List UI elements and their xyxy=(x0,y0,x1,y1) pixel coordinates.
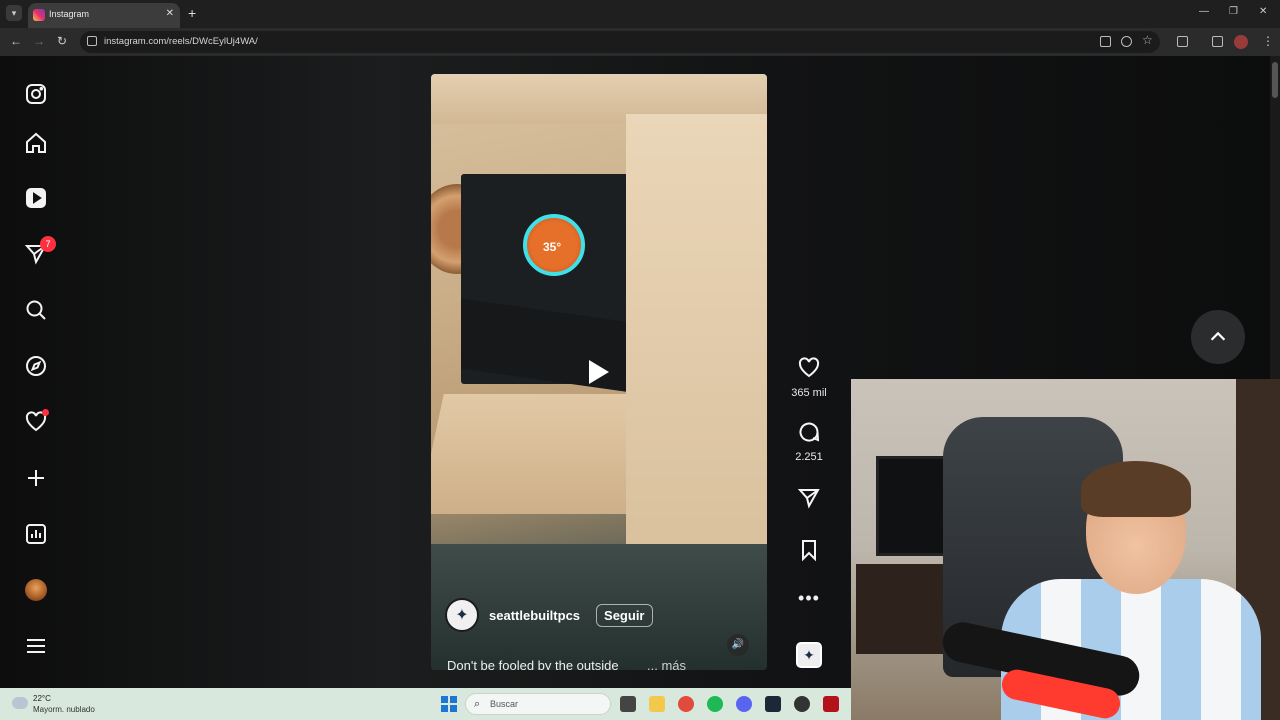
search-placeholder: Buscar xyxy=(490,699,519,709)
bookmark-star-icon[interactable]: ☆ xyxy=(1142,33,1153,47)
weather-cloud-icon[interactable] xyxy=(12,697,28,709)
reels-icon[interactable] xyxy=(22,184,50,212)
instagram-sidebar: 7 xyxy=(0,56,72,688)
tab-title: Instagram xyxy=(49,9,90,19)
browser-tab[interactable]: Instagram ✕ xyxy=(28,3,180,28)
more-options-icon[interactable]: ••• xyxy=(783,588,835,609)
weather-temperature[interactable]: 22°C xyxy=(33,694,51,703)
author-avatar[interactable]: ✦ xyxy=(445,598,479,632)
video-temp-text: 35° xyxy=(543,240,562,254)
bookmark-icon xyxy=(802,540,816,562)
install-app-icon[interactable] xyxy=(1100,36,1111,47)
forward-arrow-icon[interactable]: → xyxy=(33,34,45,48)
taskbar-search[interactable]: ⌕ Buscar xyxy=(465,693,611,715)
reel-author: ✦ seattlebuiltpcs Seguir xyxy=(445,598,653,632)
create-plus-icon[interactable] xyxy=(22,464,50,492)
windows-taskbar: 22°C Mayorm. nublado ⌕ Buscar xyxy=(0,688,851,720)
chrome-icon[interactable] xyxy=(678,696,694,712)
valorant-icon[interactable] xyxy=(823,696,839,712)
minimize-icon[interactable]: — xyxy=(1199,6,1209,17)
steam-icon[interactable] xyxy=(765,696,781,712)
profile-avatar[interactable] xyxy=(1234,35,1248,49)
share-button[interactable] xyxy=(783,486,835,515)
browser-tab-bar: ▾ Instagram ✕ + — ❐ ✕ xyxy=(0,0,1280,28)
comment-icon xyxy=(799,422,820,442)
scrollbar-thumb[interactable] xyxy=(1272,62,1278,98)
like-button[interactable]: 365 mil xyxy=(783,356,835,399)
windows-start-icon[interactable] xyxy=(441,696,457,712)
back-arrow-icon[interactable]: ← xyxy=(10,34,22,48)
extensions-icon[interactable] xyxy=(1177,36,1188,47)
profile-avatar xyxy=(25,579,47,601)
share-icon xyxy=(797,489,820,509)
webcam-person-hair xyxy=(1081,461,1191,517)
screen: ▾ Instagram ✕ + — ❐ ✕ ← → ↻ instagram.co… xyxy=(0,0,1280,720)
obs-icon[interactable] xyxy=(794,696,810,712)
tab-close-icon[interactable]: ✕ xyxy=(166,8,174,19)
task-view-icon[interactable] xyxy=(620,696,636,712)
address-bar[interactable]: instagram.com/reels/DWcEylUj4WA/ xyxy=(80,31,1160,53)
site-info-icon[interactable] xyxy=(87,36,97,46)
reload-icon[interactable]: ↻ xyxy=(57,34,67,48)
profile-sidebar-item[interactable] xyxy=(22,576,50,604)
search-icon[interactable] xyxy=(22,296,50,324)
instagram-favicon-icon xyxy=(33,9,45,21)
instagram-logo-icon[interactable] xyxy=(22,80,50,108)
notifications-heart-icon[interactable] xyxy=(22,408,50,436)
spotify-icon[interactable] xyxy=(707,696,723,712)
caption-more-link[interactable]: ... más xyxy=(647,658,686,670)
file-explorer-icon[interactable] xyxy=(649,696,665,712)
volume-icon[interactable]: 🔊 xyxy=(727,634,749,656)
follow-button[interactable]: Seguir xyxy=(596,603,653,627)
save-button[interactable] xyxy=(783,538,835,567)
messages-badge: 7 xyxy=(40,236,56,252)
close-window-icon[interactable]: ✕ xyxy=(1259,6,1267,17)
chevron-up-icon xyxy=(1210,331,1226,341)
webcam-overlay xyxy=(851,379,1280,720)
original-audio-thumbnail[interactable]: ✦ xyxy=(796,642,822,668)
explore-icon[interactable] xyxy=(22,352,50,380)
restore-icon[interactable]: ❐ xyxy=(1229,6,1238,17)
media-controls-icon[interactable] xyxy=(1212,36,1223,47)
discord-icon[interactable] xyxy=(736,696,752,712)
likes-count: 365 mil xyxy=(791,387,827,399)
dashboard-icon[interactable] xyxy=(22,520,50,548)
home-icon[interactable] xyxy=(22,129,50,157)
comment-button[interactable]: 2.251 xyxy=(783,420,835,463)
author-username[interactable]: seattlebuiltpcs xyxy=(489,608,580,623)
more-menu-icon[interactable] xyxy=(22,632,50,660)
browser-menu-icon[interactable]: ⋮ xyxy=(1262,34,1274,48)
play-icon[interactable] xyxy=(589,360,609,384)
comments-count: 2.251 xyxy=(795,451,823,463)
url-text[interactable]: instagram.com/reels/DWcEylUj4WA/ xyxy=(104,36,258,47)
reel-video[interactable]: 35° ✦ seattlebuiltpcs Seguir Don't be fo… xyxy=(431,74,767,670)
reel-caption: Don't be fooled by the outside xyxy=(447,658,619,670)
tab-search-button[interactable]: ▾ xyxy=(6,5,22,21)
new-tab-button[interactable]: + xyxy=(188,5,196,21)
previous-reel-button[interactable] xyxy=(1191,310,1245,364)
notification-dot xyxy=(42,409,49,416)
zoom-icon[interactable] xyxy=(1121,36,1132,47)
search-icon: ⌕ xyxy=(474,698,481,710)
browser-toolbar: ← → ↻ instagram.com/reels/DWcEylUj4WA/ ☆… xyxy=(0,28,1280,56)
messages-icon[interactable]: 7 xyxy=(22,236,56,268)
heart-icon xyxy=(798,357,820,378)
weather-description[interactable]: Mayorm. nublado xyxy=(33,705,95,714)
